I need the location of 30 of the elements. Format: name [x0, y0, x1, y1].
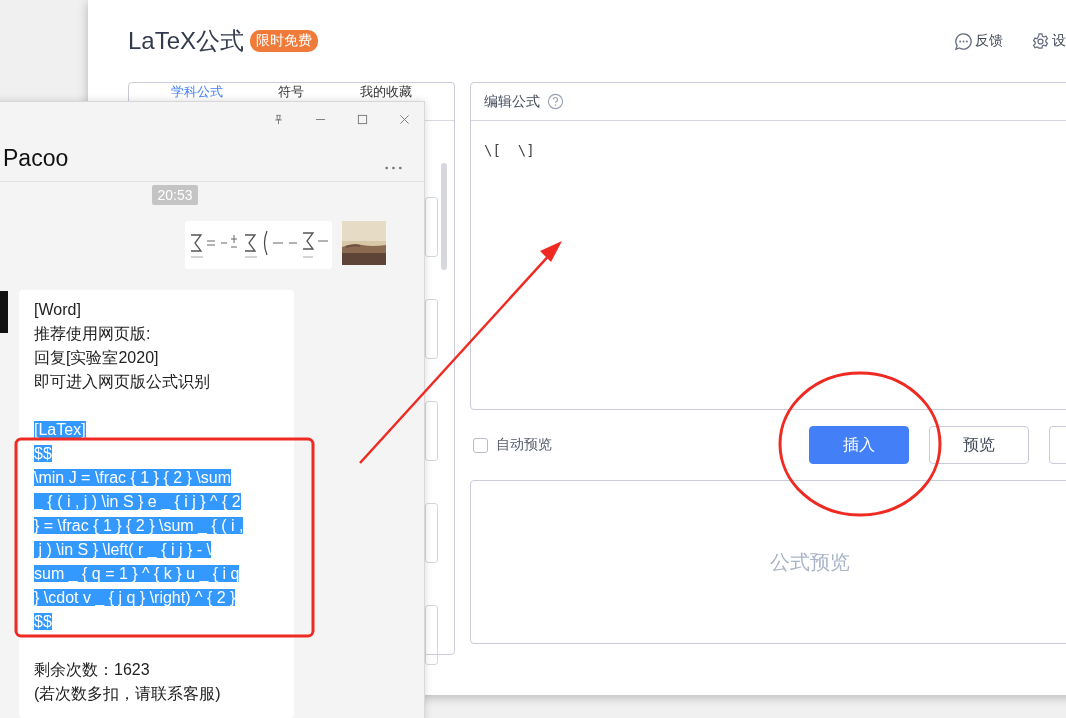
maximize-icon[interactable] [357, 113, 368, 125]
message-line: 推荐使用网页版: [34, 325, 151, 342]
more-icon[interactable] [385, 165, 402, 170]
library-tab[interactable]: 符号 [278, 85, 305, 99]
help-icon[interactable] [547, 93, 564, 110]
chat-title: Pacoo [3, 145, 69, 172]
message-line: 即可进入网页版公式识别 [34, 373, 210, 390]
chat-icon [954, 31, 973, 51]
message-line: 剩余次数：1623 [34, 661, 150, 678]
page-title: LaTeX公式 [128, 26, 245, 56]
message-line: [Word] [34, 301, 81, 318]
settings-icon [1031, 31, 1050, 51]
editor-title: 编辑公式 [484, 92, 540, 111]
library-tab[interactable]: 我的收藏 [360, 85, 413, 99]
library-tab[interactable]: 学科公式 [170, 85, 223, 99]
message-line: 回复[实验室2020] [34, 349, 159, 366]
pin-icon[interactable] [273, 113, 284, 125]
promo-badge: 限时免费 [250, 30, 319, 52]
action-button[interactable]: 插入 [809, 426, 909, 464]
formula-input[interactable]: \[ \] [484, 142, 535, 158]
timestamp: 20:53 [152, 185, 198, 205]
preview-field: 公式预览 [470, 480, 1066, 644]
scrollbar[interactable] [441, 163, 447, 270]
header-action[interactable]: 反馈 [954, 31, 1003, 51]
message-line: (若次数多扣，请联系客服) [34, 685, 221, 702]
action-button[interactable]: 预览 [929, 426, 1029, 464]
checkbox-label: 自动预览 [496, 436, 552, 454]
header-action[interactable]: 设 [1031, 31, 1066, 51]
checkbox[interactable] [473, 437, 488, 453]
close-icon[interactable] [399, 113, 410, 125]
